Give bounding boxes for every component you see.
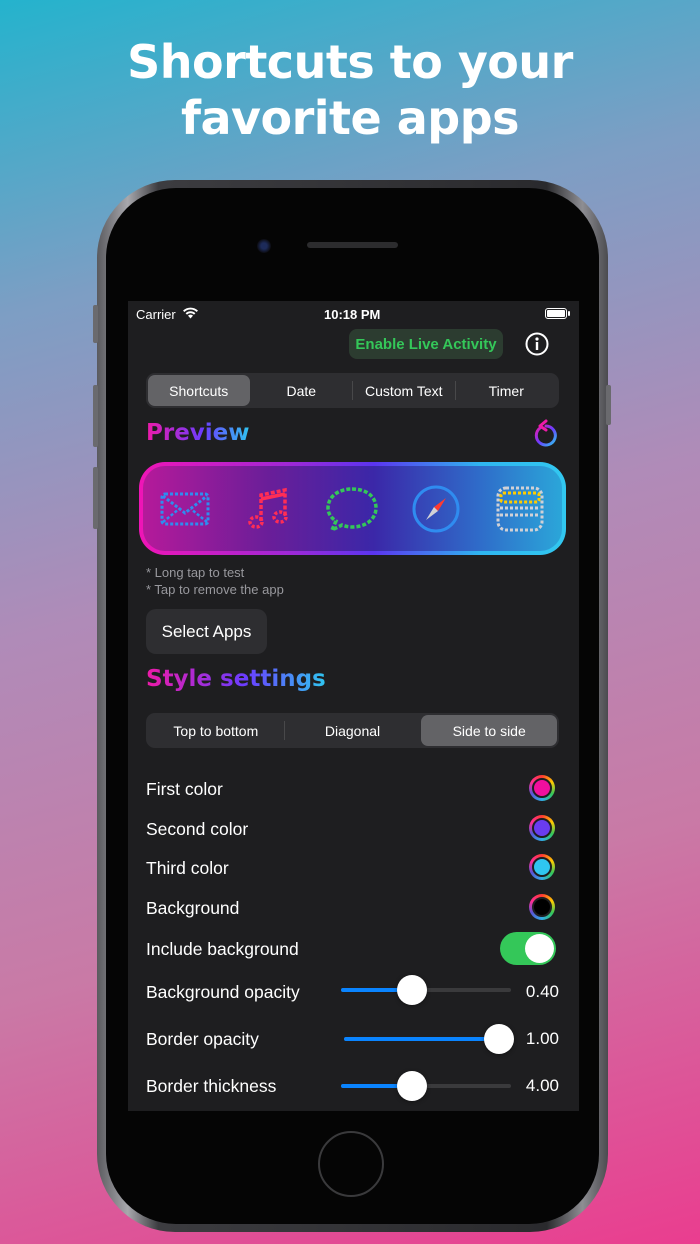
hint-tap-remove: * Tap to remove the app (146, 582, 284, 597)
reset-icon[interactable] (532, 419, 558, 449)
tab-date[interactable]: Date (251, 375, 353, 406)
background-opacity-label: Background opacity (146, 982, 300, 1002)
third-color-picker[interactable] (529, 854, 555, 880)
first-color-label: First color (146, 779, 223, 799)
app-screen: Carrier 10:18 PM Enable Live Activity Sh… (128, 301, 579, 1111)
border-thickness-value: 4.00 (525, 1076, 559, 1095)
border-thickness-label: Border thickness (146, 1076, 277, 1096)
select-apps-button[interactable]: Select Apps (146, 609, 267, 654)
music-icon[interactable] (241, 481, 297, 537)
clock: 10:18 PM (324, 307, 381, 322)
tab-custom-text[interactable]: Custom Text (353, 375, 455, 406)
hint-long-tap: * Long tap to test (146, 565, 245, 580)
carrier-label: Carrier (136, 307, 176, 322)
safari-icon[interactable] (408, 481, 464, 537)
headline: Shortcuts to your favorite apps (0, 34, 700, 146)
border-thickness-slider[interactable] (341, 1071, 511, 1101)
tab-shortcuts[interactable]: Shortcuts (148, 375, 250, 406)
border-opacity-slider[interactable] (344, 1024, 514, 1054)
headline-line-1: Shortcuts to your (127, 35, 573, 89)
enable-live-activity-button[interactable]: Enable Live Activity (349, 329, 503, 359)
first-color-picker[interactable] (529, 775, 555, 801)
wifi-icon (183, 307, 198, 319)
preview-title: Preview (146, 420, 250, 446)
direction-diagonal[interactable]: Diagonal (285, 715, 421, 746)
info-icon[interactable] (525, 332, 549, 356)
third-color-label: Third color (146, 858, 229, 878)
tab-timer[interactable]: Timer (456, 375, 558, 406)
direction-top-to-bottom[interactable]: Top to bottom (148, 715, 284, 746)
second-color-label: Second color (146, 819, 249, 839)
background-color-picker[interactable] (529, 894, 555, 920)
background-color-label: Background (146, 898, 240, 918)
mode-tabs: Shortcuts Date Custom Text Timer (146, 373, 559, 408)
messages-icon[interactable] (324, 481, 380, 537)
shortcut-preview-widget (139, 462, 566, 555)
background-opacity-slider[interactable] (341, 975, 511, 1005)
second-color-picker[interactable] (529, 815, 555, 841)
border-opacity-value: 1.00 (525, 1029, 559, 1048)
battery-icon (545, 308, 567, 319)
include-background-toggle[interactable] (500, 932, 556, 965)
front-camera (257, 239, 271, 253)
include-background-label: Include background (146, 939, 299, 959)
direction-side-to-side[interactable]: Side to side (421, 715, 558, 746)
headline-line-2: favorite apps (180, 91, 520, 145)
gradient-direction-selector: Top to bottom Diagonal Side to side (146, 713, 559, 748)
background-opacity-value: 0.40 (525, 982, 559, 1001)
border-opacity-label: Border opacity (146, 1029, 259, 1049)
mail-icon[interactable] (157, 481, 213, 537)
wallet-icon[interactable] (492, 481, 548, 537)
style-settings-title: Style settings (146, 666, 326, 692)
home-button[interactable] (318, 1131, 384, 1197)
earpiece-speaker (307, 242, 398, 248)
